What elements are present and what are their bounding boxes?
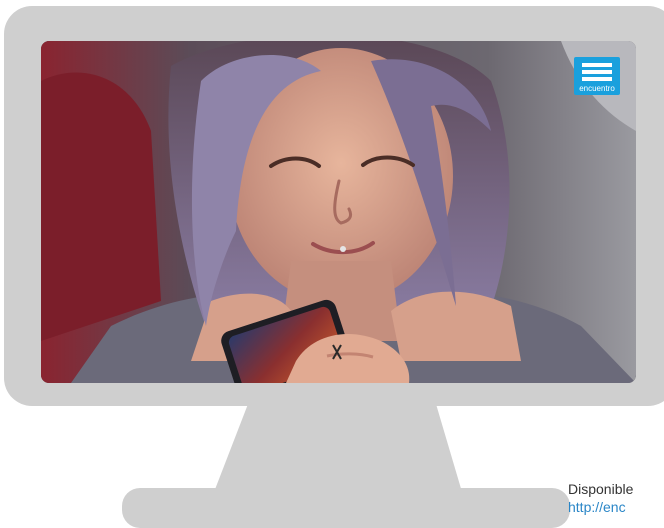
video-thumbnail-image [41, 41, 636, 383]
availability-caption: Disponible http://enc [568, 480, 664, 516]
monitor-illustration: encuentro Disponible http://enc [0, 0, 664, 528]
monitor-base [122, 488, 570, 528]
availability-link[interactable]: http://enc [568, 498, 664, 516]
logo-text: encuentro [579, 84, 615, 93]
encuentro-logo-icon: encuentro [574, 57, 620, 95]
video-screen[interactable]: encuentro [41, 41, 636, 383]
monitor-neck [214, 404, 462, 492]
availability-text: Disponible [568, 481, 634, 497]
